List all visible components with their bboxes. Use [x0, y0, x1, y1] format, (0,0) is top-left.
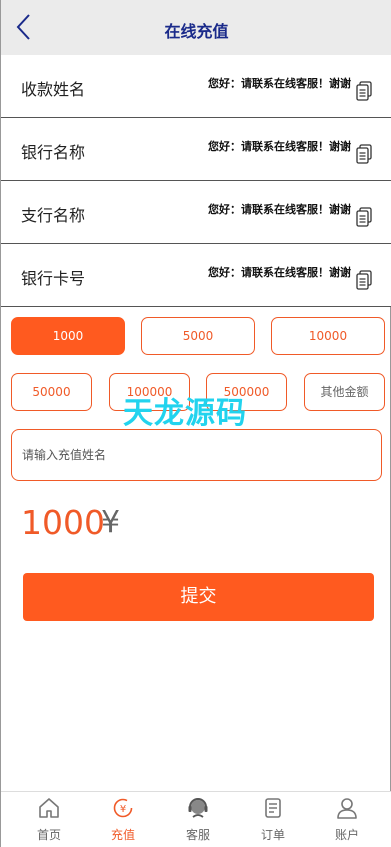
info-value: 您好：请联系在线客服！谢谢	[208, 266, 351, 279]
tab-label: 账户	[334, 828, 359, 842]
copy-icon[interactable]	[356, 81, 372, 101]
copy-icon[interactable]	[356, 270, 372, 290]
info-label: 支行名称	[21, 206, 86, 225]
customer-service-icon	[188, 798, 208, 818]
recharge-icon: ¥	[113, 798, 133, 818]
tab-label: 订单	[260, 828, 285, 842]
info-row-card-number: 银行卡号 您好：请联系在线客服！谢谢	[1, 244, 391, 307]
copy-icon[interactable]	[356, 144, 372, 164]
submit-button[interactable]: 提交	[23, 573, 374, 621]
tab-home[interactable]: 首页	[10, 792, 88, 847]
info-label: 银行卡号	[21, 269, 86, 288]
home-icon	[39, 798, 59, 818]
app-frame: 在线充值 收款姓名 您好：请联系在线客服！谢谢 银行名称 您好：请联系在线客服！…	[0, 0, 391, 847]
info-label: 银行名称	[21, 143, 86, 162]
order-icon	[265, 798, 281, 818]
copy-icon[interactable]	[356, 207, 372, 227]
info-row-bank-name: 银行名称 您好：请联系在线客服！谢谢	[1, 118, 391, 181]
amount-button-10000[interactable]: 10000	[271, 317, 385, 355]
info-row-branch-name: 支行名称 您好：请联系在线客服！谢谢	[1, 181, 391, 244]
currency-symbol: ¥	[101, 505, 121, 540]
tab-orders[interactable]: 订单	[234, 792, 312, 847]
header: 在线充值	[1, 0, 391, 55]
info-value: 您好：请联系在线客服！谢谢	[208, 77, 351, 90]
info-value: 您好：请联系在线客服！谢谢	[208, 140, 351, 153]
info-value: 您好：请联系在线客服！谢谢	[208, 203, 351, 216]
tab-label: 客服	[185, 828, 210, 842]
info-row-payee-name: 收款姓名 您好：请联系在线客服！谢谢	[1, 55, 391, 118]
page-title: 在线充值	[164, 22, 229, 41]
info-label: 收款姓名	[21, 80, 86, 99]
other-amount-button[interactable]: 其他金额	[304, 373, 385, 411]
tab-customer-service[interactable]: 客服	[159, 792, 237, 847]
svg-text:¥: ¥	[120, 804, 126, 815]
account-icon	[337, 798, 357, 819]
tab-label: 充值	[110, 828, 135, 842]
selected-amount: 1000	[21, 503, 105, 542]
tab-label: 首页	[36, 828, 61, 842]
amount-button-5000[interactable]: 5000	[141, 317, 255, 355]
tab-account[interactable]: 账户	[308, 792, 386, 847]
amount-button-50000[interactable]: 50000	[11, 373, 92, 411]
tab-recharge[interactable]: ¥ 充值	[84, 792, 162, 847]
recharge-name-input[interactable]	[11, 429, 382, 481]
bottom-tab-bar: 首页 ¥ 充值 客服 订单 账户	[1, 791, 391, 847]
amount-button-1000[interactable]: 1000	[11, 317, 125, 355]
watermark-text: 天龙源码	[123, 396, 247, 431]
